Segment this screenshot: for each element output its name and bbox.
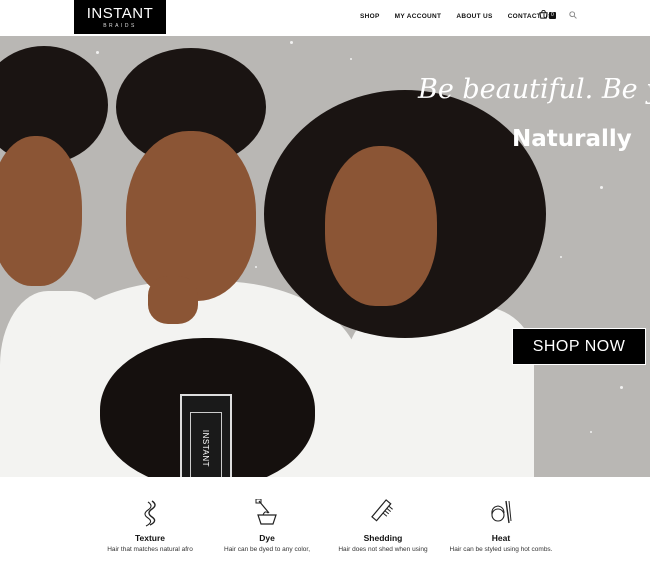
comb-icon (371, 499, 393, 522)
feature-heat: Heat Hair can be styled using hot combs. (436, 499, 566, 553)
logo-main-text: INSTANT (86, 5, 154, 22)
feature-title: Heat (491, 533, 511, 543)
speckle (590, 431, 592, 433)
features-section: Texture Hair that matches natural afro D… (0, 477, 650, 562)
feature-title: Dye (259, 533, 275, 543)
main-nav: SHOP MY ACCOUNT ABOUT US CONTACT US (360, 0, 568, 32)
flat-iron-icon (491, 500, 512, 524)
product-tag-frame: INSTANT (190, 412, 222, 477)
speckle (255, 266, 257, 268)
speckle (560, 256, 562, 258)
cart-button[interactable]: 0 (539, 10, 561, 22)
hero-tagline-bold: Naturally (512, 126, 632, 152)
left-model-face (0, 136, 82, 286)
speckle (600, 186, 603, 189)
speckle (350, 58, 352, 60)
feature-shedding: Shedding Hair does not shed when using (318, 499, 448, 553)
hero-tagline-script: Be beautiful. Be you, (418, 74, 650, 105)
feature-dye: Dye Hair can be dyed to any color, (202, 499, 332, 553)
nav-item-my-account[interactable]: MY ACCOUNT (395, 13, 442, 20)
right-model-face (325, 146, 437, 306)
center-model-face (126, 131, 256, 301)
hero-banner: INSTANT Be beautiful. Be you, Naturally … (0, 36, 650, 477)
speckle (620, 386, 623, 389)
nav-item-shop[interactable]: SHOP (360, 13, 380, 20)
shop-now-button[interactable]: SHOP NOW (512, 328, 646, 365)
search-icon[interactable] (569, 11, 577, 19)
feature-title: Texture (134, 533, 166, 543)
braid-icon (144, 500, 156, 527)
cart-count-badge: 0 (549, 12, 556, 19)
feature-description: Hair can be dyed to any color, (224, 546, 310, 553)
feature-description: Hair does not shed when using (338, 546, 428, 553)
product-tag: INSTANT (180, 394, 232, 477)
center-model-hand (148, 276, 198, 324)
logo-sub-text: BRAIDS (103, 23, 137, 29)
nav-item-about-us[interactable]: ABOUT US (456, 13, 492, 20)
logo[interactable]: INSTANT BRAIDS (74, 0, 166, 34)
site-header: INSTANT BRAIDS SHOP MY ACCOUNT ABOUT US … (0, 0, 650, 36)
product-tag-text: INSTANT (201, 429, 211, 467)
feature-description: Hair can be styled using hot combs. (449, 546, 553, 553)
cart-icon (539, 10, 548, 19)
speckle (290, 41, 293, 44)
feature-description: Hair that matches natural afro (107, 546, 193, 553)
feature-texture: Texture Hair that matches natural afro (85, 499, 215, 553)
speckle (96, 51, 99, 54)
dye-bowl-icon (255, 499, 277, 525)
feature-title: Shedding (363, 533, 403, 543)
